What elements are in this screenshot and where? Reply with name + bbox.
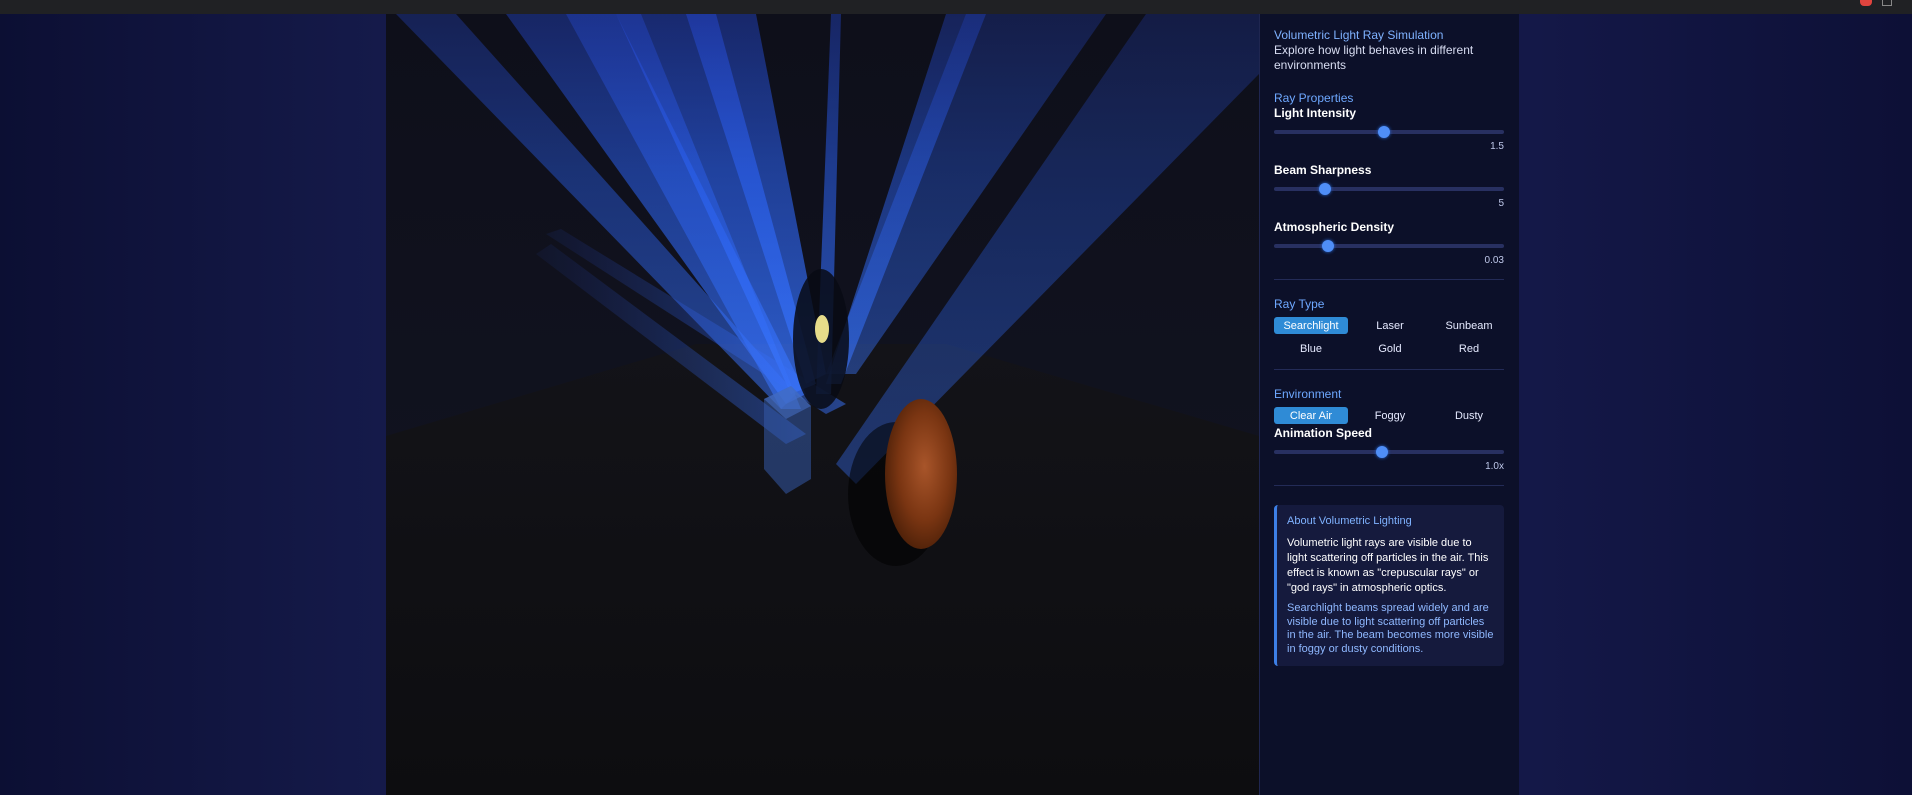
animation-speed-slider[interactable] — [1274, 445, 1504, 459]
atmospheric-density-control: Atmospheric Density 0.03 — [1274, 220, 1504, 267]
section-divider — [1274, 485, 1504, 486]
close-icon[interactable] — [1860, 0, 1872, 6]
about-paragraph-ray-type: Searchlight beams spread widely and are … — [1287, 602, 1494, 655]
section-divider — [1274, 369, 1504, 370]
slider-thumb[interactable] — [1378, 126, 1391, 138]
slider-track[interactable] — [1274, 244, 1504, 248]
beam-sharpness-value: 5 — [1498, 198, 1504, 209]
slider-thumb[interactable] — [1322, 240, 1335, 252]
ray-properties-heading: Ray Properties — [1274, 91, 1354, 105]
light-intensity-value: 1.5 — [1490, 141, 1504, 152]
beam-sharpness-slider[interactable] — [1274, 182, 1504, 196]
animation-speed-value: 1.0x — [1485, 461, 1504, 472]
animation-speed-label: Animation Speed — [1274, 426, 1373, 440]
atmospheric-density-label: Atmospheric Density — [1274, 220, 1395, 234]
environment-clear-air-button[interactable]: Clear Air — [1274, 407, 1348, 424]
light-source[interactable] — [815, 315, 829, 343]
sphere-object[interactable] — [885, 399, 957, 549]
browser-top-bar — [0, 0, 1912, 14]
render-viewport[interactable] — [386, 14, 1259, 795]
environment-heading: Environment — [1274, 387, 1342, 401]
environment-foggy-button[interactable]: Foggy — [1353, 407, 1427, 424]
atmospheric-density-slider[interactable] — [1274, 239, 1504, 253]
beam-sharpness-control: Beam Sharpness 5 — [1274, 163, 1504, 210]
slider-thumb[interactable] — [1318, 183, 1331, 195]
ray-type-blue-button[interactable]: Blue — [1274, 340, 1348, 357]
ray-type-sunbeam-button[interactable]: Sunbeam — [1432, 317, 1506, 334]
beam-sharpness-label: Beam Sharpness — [1274, 163, 1372, 177]
ray-type-searchlight-button[interactable]: Searchlight — [1274, 317, 1348, 334]
section-divider — [1274, 279, 1504, 280]
light-intensity-slider[interactable] — [1274, 125, 1504, 139]
ray-type-laser-button[interactable]: Laser — [1353, 317, 1427, 334]
app-subtitle: Explore how light behaves in different e… — [1274, 43, 1474, 72]
ray-type-options: Searchlight Laser Sunbeam Blue Gold Red — [1274, 317, 1504, 357]
atmospheric-density-value: 0.03 — [1484, 255, 1504, 266]
ray-type-red-button[interactable]: Red — [1432, 340, 1506, 357]
ray-type-heading: Ray Type — [1274, 297, 1325, 311]
scene-canvas[interactable] — [386, 14, 1259, 795]
environment-options: Clear Air Foggy Dusty — [1274, 407, 1504, 424]
light-intensity-control: Light Intensity 1.5 — [1274, 106, 1504, 153]
slider-track[interactable] — [1274, 187, 1504, 191]
environment-dusty-button[interactable]: Dusty — [1432, 407, 1506, 424]
window-controls — [1860, 0, 1892, 6]
ray-type-gold-button[interactable]: Gold — [1353, 340, 1427, 357]
slider-track[interactable] — [1274, 450, 1504, 454]
about-title: About Volumetric Lighting — [1287, 515, 1412, 527]
app-title: Volumetric Light Ray Simulation — [1274, 28, 1444, 42]
about-info-box: About Volumetric Lighting Volumetric lig… — [1274, 505, 1504, 666]
control-panel: Volumetric Light Ray Simulation Explore … — [1259, 14, 1519, 795]
about-paragraph-general: Volumetric light rays are visible due to… — [1287, 537, 1489, 594]
menu-icon[interactable] — [1882, 0, 1892, 6]
light-intensity-label: Light Intensity — [1274, 106, 1356, 120]
slider-thumb[interactable] — [1376, 446, 1389, 458]
animation-speed-control: Animation Speed 1.0x — [1274, 426, 1504, 473]
